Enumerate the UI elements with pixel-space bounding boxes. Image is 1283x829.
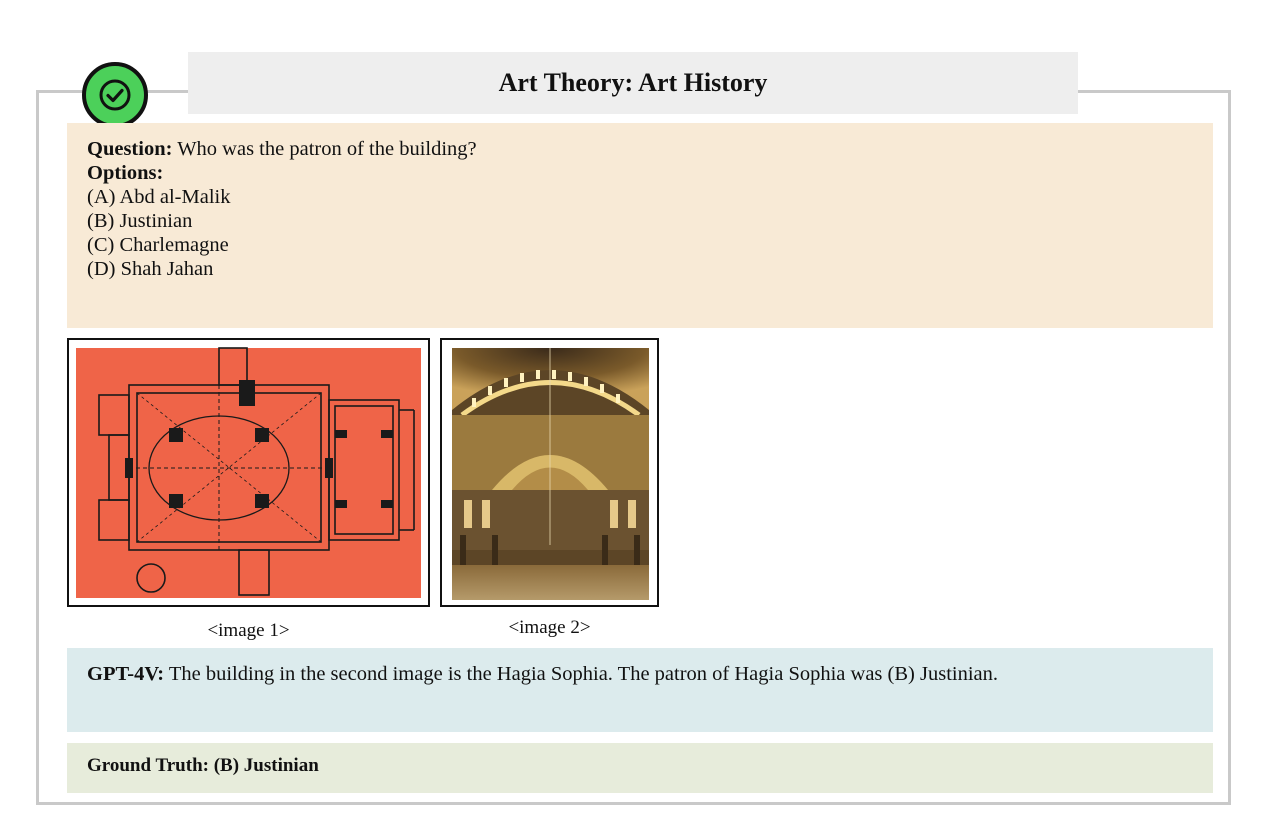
ground-truth-box: Ground Truth: (B) Justinian — [67, 743, 1213, 793]
option-b: (B) Justinian — [87, 210, 193, 232]
ground-truth-text: Ground Truth: (B) Justinian — [87, 755, 319, 776]
option-d: (D) Shah Jahan — [87, 258, 214, 280]
question-label: Question: — [87, 138, 173, 160]
option-c: (C) Charlemagne — [87, 234, 229, 256]
option-a: (A) Abd al-Malik — [87, 186, 231, 208]
model-label: GPT-4V: — [87, 663, 165, 685]
image-2-dome-interior — [440, 338, 659, 607]
question-text: Who was the patron of the building? — [177, 138, 477, 160]
check-icon — [82, 62, 148, 128]
options-label: Options: — [87, 162, 164, 184]
question-box: Question: Who was the patron of the buil… — [67, 123, 1213, 328]
image-2-caption: <image 2> — [508, 617, 591, 638]
image-1-caption: <image 1> — [207, 620, 290, 641]
title-bar: Art Theory: Art History — [188, 52, 1078, 114]
question-line: Question: Who was the patron of the buil… — [87, 137, 1193, 161]
model-answer-text: The building in the second image is the … — [168, 663, 998, 685]
model-answer-box: GPT-4V: The building in the second image… — [67, 648, 1213, 732]
card-title: Art Theory: Art History — [498, 68, 768, 97]
image-1-floor-plan — [67, 338, 430, 607]
